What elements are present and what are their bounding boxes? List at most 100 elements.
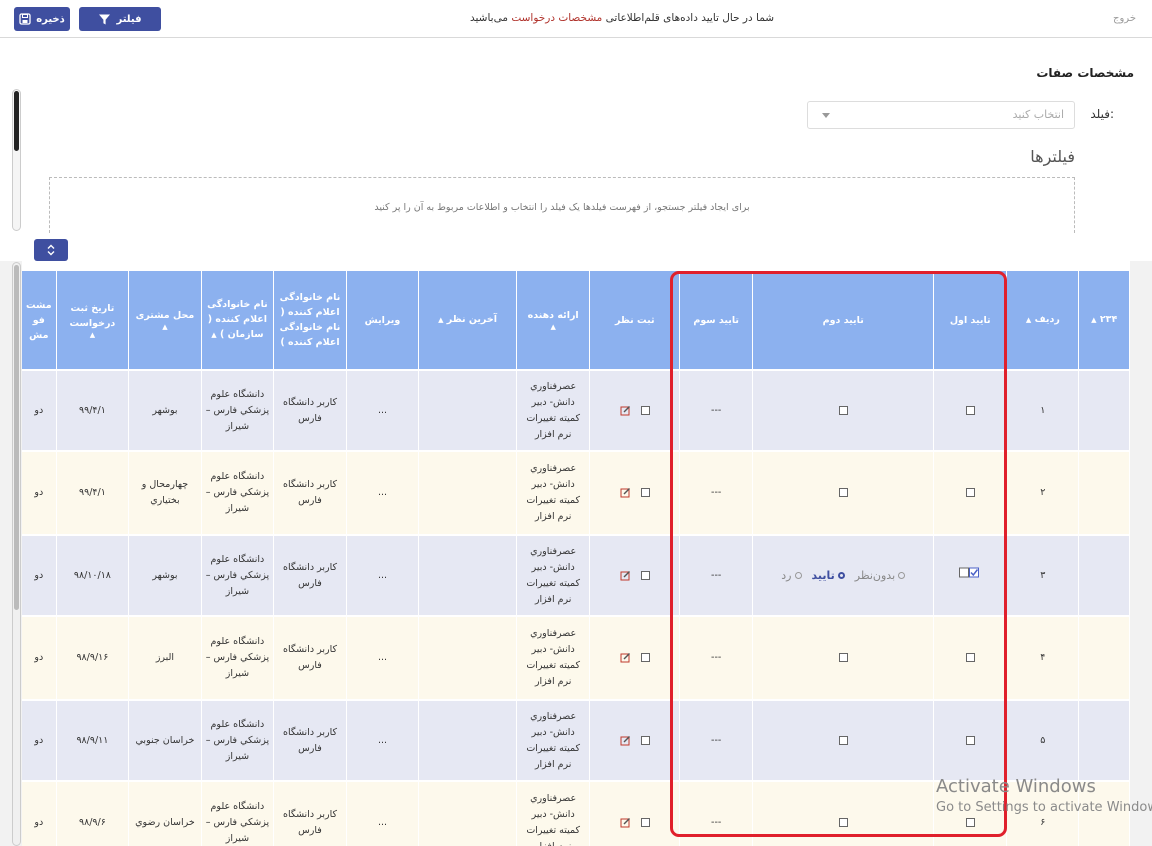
cell-provider: عصرفناوري دانش- دبير كميته تغييرات نرم ا… — [516, 616, 591, 700]
cell-second-approval: بدون‌نظر تایید رد — [752, 535, 935, 616]
cell-cut: دو — [22, 781, 57, 846]
col-header-row-no[interactable]: ردیف ▲ — [1006, 271, 1080, 370]
opinion-checkbox[interactable] — [640, 818, 650, 827]
edit-icon[interactable] — [620, 652, 631, 663]
cell-third-approval: --- — [679, 535, 754, 616]
sort-icon: ▲ — [211, 331, 217, 339]
cell-edit[interactable]: ... — [346, 535, 420, 616]
opinion-checkbox[interactable] — [640, 405, 650, 415]
cell-cut: دو — [22, 700, 57, 781]
col-header-reporter-family[interactable]: نام خانوادگی اعلام کننده ( نام خانوادگی … — [273, 271, 347, 370]
first-approval-checkbox[interactable] — [965, 405, 975, 415]
cell-customer-location: البرز — [128, 616, 202, 700]
radio-circle — [837, 572, 845, 579]
cell-second-approval — [752, 700, 935, 781]
cell-last-opinion — [418, 700, 517, 781]
cell-register-opinion — [589, 451, 681, 535]
cell-request-date: ۹۹/۴/۱ — [56, 370, 130, 451]
cell-customer-location: چهارمحال و بختياري — [128, 451, 202, 535]
cell-register-opinion — [589, 781, 681, 846]
col-header-provider[interactable]: ارائه دهنده ▲ — [516, 271, 591, 370]
opinion-checkbox[interactable] — [640, 570, 650, 580]
cell-third-approval: --- — [679, 616, 754, 700]
second-approval-checkbox[interactable] — [838, 735, 848, 745]
sort-icon: ▲ — [1091, 316, 1097, 324]
save-button[interactable]: ذخیره — [14, 7, 70, 31]
edit-icon[interactable] — [620, 817, 631, 828]
first-approval-checkbox[interactable] — [965, 653, 975, 662]
second-approval-checkbox[interactable] — [838, 488, 848, 497]
second-approval-checkbox[interactable] — [838, 405, 848, 415]
cell-provider: عصرفناوري دانش- دبير كميته تغييرات نرم ا… — [516, 535, 591, 616]
cell-register-opinion — [589, 700, 681, 781]
second-approval-checkbox[interactable] — [838, 818, 848, 827]
cell-edit[interactable]: ... — [346, 451, 420, 535]
cell-edit[interactable]: ... — [346, 616, 420, 700]
cell-reporter-org: دانشگاه علوم پزشكي فارس – شيراز — [201, 700, 275, 781]
table-row[interactable]: دو ۹۸/۹/۱۱ خراسان جنوبي دانشگاه علوم پزش… — [22, 700, 1130, 781]
checked-checkbox-icon[interactable] — [959, 567, 981, 578]
col-header-reporter-org[interactable]: نام خانوادگی اعلام کننده ( سازمان ) ▲ — [201, 271, 275, 370]
table-row[interactable]: دو ۹۸/۱۰/۱۸ بوشهر دانشگاه علوم پزشكي فار… — [22, 535, 1130, 616]
second-approval-checkbox[interactable] — [838, 653, 848, 662]
col-header-first-approval[interactable]: تایید اول — [933, 271, 1008, 370]
opinion-checkbox[interactable] — [640, 488, 650, 497]
radio-approve[interactable]: تایید — [812, 568, 845, 584]
col-header-count[interactable]: ۲۳۴ ▲ — [1078, 271, 1130, 370]
cell-customer-location: خراسان رضوي — [128, 781, 202, 846]
radio-no-opinion[interactable]: بدون‌نظر — [854, 568, 906, 584]
cell-reporter-family: كاربر دانشگاه فارس — [273, 700, 347, 781]
first-approval-checkbox[interactable] — [965, 488, 975, 497]
edit-icon[interactable] — [620, 405, 631, 416]
scrollbar-thumb[interactable] — [14, 265, 19, 610]
col-header-reporter-org-label: نام خانوادگی اعلام کننده ( سازمان ) — [207, 299, 268, 340]
table-row[interactable]: دو ۹۹/۴/۱ بوشهر دانشگاه علوم پزشكي فارس … — [22, 370, 1130, 451]
col-header-second-approval[interactable]: تایید دوم — [752, 271, 935, 370]
edit-icon[interactable] — [620, 735, 631, 746]
table-row[interactable]: دو ۹۹/۴/۱ چهارمحال و بختياري دانشگاه علو… — [22, 451, 1130, 535]
col-header-customer-location-label: محل مشتری — [135, 310, 195, 321]
radio-no-opinion-label: بدون‌نظر — [854, 568, 896, 582]
first-approval-checkbox[interactable] — [965, 818, 975, 827]
scrollbar-thumb[interactable] — [14, 91, 19, 151]
col-header-customer-location[interactable]: محل مشتری ▲ — [128, 271, 202, 370]
cell-cut: دو — [22, 451, 57, 535]
sort-icon: ▲ — [550, 323, 556, 331]
edit-icon[interactable] — [620, 570, 631, 581]
cell-edit[interactable]: ... — [346, 370, 420, 451]
cell-third-approval: --- — [679, 370, 754, 451]
panel-scrollbar[interactable] — [12, 89, 21, 231]
exit-link[interactable]: خروج — [1113, 13, 1136, 24]
filter-button[interactable]: فیلتر — [79, 7, 161, 31]
col-header-register-opinion[interactable]: ثبت نظر — [589, 271, 681, 370]
cell-row-no: ۳ — [1006, 535, 1080, 616]
radio-circle — [794, 572, 802, 579]
cell-edit[interactable]: ... — [346, 781, 420, 846]
col-header-last-opinion[interactable]: آخرین نظر ▲ — [418, 271, 517, 370]
col-header-request-date[interactable]: تاریخ ثبت درخواست ▲ — [56, 271, 130, 370]
cell-edit[interactable]: ... — [346, 700, 420, 781]
sort-icon: ▲ — [162, 323, 168, 331]
cell-reporter-family: كاربر دانشگاه فارس — [273, 616, 347, 700]
edit-icon[interactable] — [620, 487, 631, 498]
field-select[interactable]: انتخاب کنید — [807, 101, 1075, 129]
opinion-checkbox[interactable] — [640, 653, 650, 662]
cell-last-opinion — [418, 370, 517, 451]
cell-first-approval — [933, 700, 1008, 781]
col-header-edit[interactable]: ویرایش — [346, 271, 420, 370]
cell-last-opinion — [418, 451, 517, 535]
watermark-title: Activate Windows — [936, 776, 1096, 797]
col-header-count-label: ۲۳۴ — [1099, 314, 1118, 325]
cell-first-approval — [933, 616, 1008, 700]
opinion-checkbox[interactable] — [640, 735, 650, 745]
col-header-third-approval[interactable]: تایید سوم — [679, 271, 754, 370]
radio-reject[interactable]: رد — [781, 568, 802, 584]
save-label: ذخیره — [36, 13, 65, 25]
cell-last-opinion — [418, 781, 517, 846]
sort-icon: ▲ — [438, 316, 444, 324]
windows-activation-watermark: Activate Windows Go to Settings to activ… — [936, 776, 1152, 815]
table-row[interactable]: دو ۹۸/۹/۱۶ البرز دانشگاه علوم پزشكي فارس… — [22, 616, 1130, 700]
grid-scrollbar[interactable] — [12, 262, 21, 846]
expand-collapse-button[interactable] — [34, 239, 68, 261]
first-approval-checkbox[interactable] — [965, 735, 975, 745]
